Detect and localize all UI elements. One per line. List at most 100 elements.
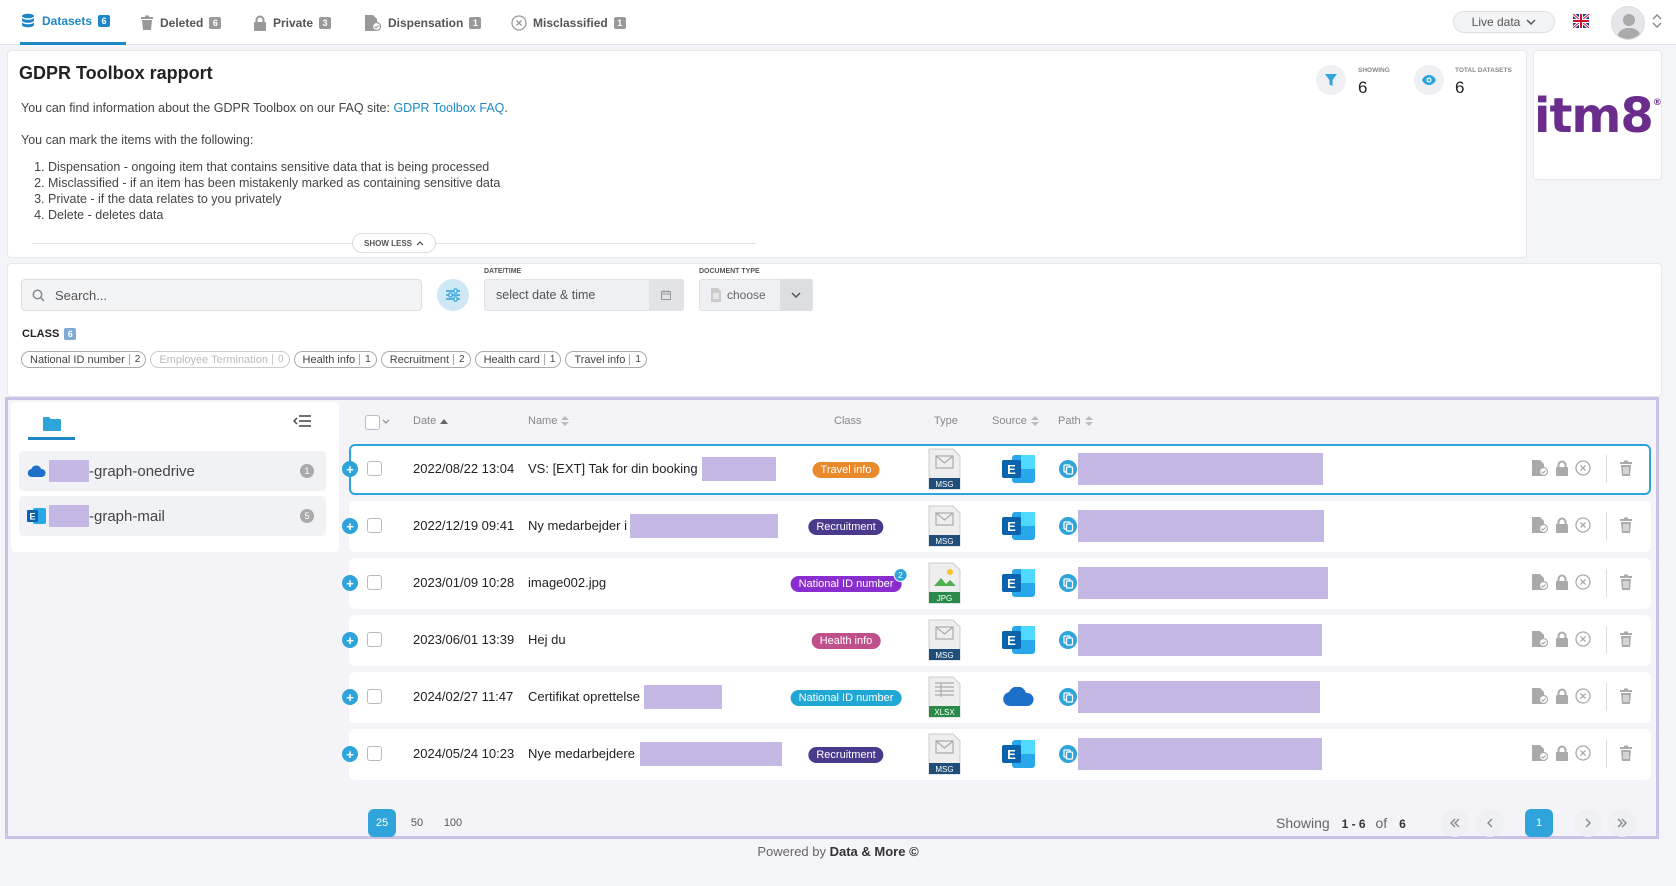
path-column-header[interactable]: Path: [1058, 415, 1093, 427]
expand-row-button[interactable]: +: [342, 518, 358, 534]
folder-tab[interactable]: [28, 409, 75, 440]
copy-path-icon[interactable]: [1058, 516, 1078, 536]
row-actions: [1531, 460, 1591, 476]
source-count: 5: [300, 509, 314, 523]
class-chip[interactable]: Travel info 1: [565, 351, 647, 368]
source-item-mail[interactable]: E -graph-mail 5: [19, 496, 326, 536]
delete-icon[interactable]: [1619, 745, 1633, 762]
row-name[interactable]: Certifikat oprettelse: [528, 689, 640, 704]
row-name[interactable]: Ny medarbejder i: [528, 518, 627, 533]
name-column-header[interactable]: Name: [528, 415, 570, 427]
document-type-label: DOCUMENT TYPE: [699, 268, 760, 275]
lock-icon[interactable]: [1555, 631, 1569, 647]
collapse-sidebar-icon[interactable]: [293, 414, 311, 428]
row-name[interactable]: image002.jpg: [528, 575, 606, 590]
row-checkbox[interactable]: [367, 689, 382, 704]
lock-icon[interactable]: [1555, 574, 1569, 590]
chevron-updown-icon[interactable]: [1651, 14, 1663, 28]
copy-path-icon[interactable]: [1058, 630, 1078, 650]
advanced-filter-button[interactable]: [437, 279, 469, 311]
row-checkbox[interactable]: [367, 746, 382, 761]
calendar-button[interactable]: [649, 279, 683, 311]
tab-count-badge: 6: [209, 16, 222, 29]
lock-icon[interactable]: [1555, 517, 1569, 533]
row-checkbox[interactable]: [367, 518, 382, 533]
last-page-button[interactable]: [1608, 809, 1636, 837]
page-size-100[interactable]: 100: [441, 816, 465, 830]
copy-path-icon[interactable]: [1058, 459, 1078, 479]
delete-icon[interactable]: [1619, 574, 1633, 591]
page-size-25[interactable]: 25: [368, 809, 396, 837]
class-chip[interactable]: Health card 1: [474, 351, 562, 368]
next-page-button[interactable]: [1574, 809, 1602, 837]
class-chip[interactable]: Health info 1: [293, 351, 377, 368]
source-item-onedrive[interactable]: -graph-onedrive 1: [19, 451, 326, 491]
misclassified-icon[interactable]: [1575, 631, 1591, 647]
copy-path-icon[interactable]: [1058, 573, 1078, 593]
select-all-checkbox[interactable]: [365, 415, 380, 430]
previous-page-button[interactable]: [1476, 809, 1504, 837]
type-dropdown-toggle[interactable]: [780, 279, 812, 311]
misclassified-icon[interactable]: [1575, 688, 1591, 704]
avatar[interactable]: [1611, 6, 1645, 40]
page-1-button[interactable]: 1: [1525, 809, 1553, 837]
copy-path-icon[interactable]: [1058, 744, 1078, 764]
tab-deleted[interactable]: Deleted 6: [140, 0, 222, 45]
date-filter-label: DATE/TIME: [484, 268, 522, 275]
misclassified-icon[interactable]: [1575, 517, 1591, 533]
delete-icon[interactable]: [1619, 517, 1633, 534]
expand-row-button[interactable]: +: [342, 689, 358, 705]
misclassified-icon[interactable]: [1575, 745, 1591, 761]
live-data-dropdown[interactable]: Live data: [1453, 11, 1555, 33]
document-type-select[interactable]: choose: [699, 279, 813, 311]
delete-icon[interactable]: [1619, 460, 1633, 477]
faq-link[interactable]: GDPR Toolbox FAQ: [393, 101, 504, 115]
date-column-header[interactable]: Date: [413, 415, 449, 427]
dispensation-icon[interactable]: [1531, 745, 1549, 761]
page-size-50[interactable]: 50: [407, 816, 427, 830]
expand-row-button[interactable]: +: [342, 632, 358, 648]
show-less-button[interactable]: SHOW LESS: [352, 233, 436, 253]
total-datasets-value: 6: [1455, 78, 1465, 97]
row-checkbox[interactable]: [367, 461, 382, 476]
row-checkbox[interactable]: [367, 575, 382, 590]
dispensation-icon[interactable]: [1531, 517, 1549, 533]
divider: [1606, 455, 1607, 483]
tab-datasets[interactable]: Datasets 6: [20, 0, 126, 45]
x-circle-icon: [511, 14, 527, 31]
copy-path-icon[interactable]: [1058, 687, 1078, 707]
expand-row-button[interactable]: +: [342, 461, 358, 477]
tab-misclassified[interactable]: Misclassified 1: [511, 0, 626, 45]
expand-row-button[interactable]: +: [342, 575, 358, 591]
delete-icon[interactable]: [1619, 688, 1633, 705]
tab-private[interactable]: Private 3: [253, 0, 332, 45]
expand-row-button[interactable]: +: [342, 746, 358, 762]
dispensation-icon[interactable]: [1531, 460, 1549, 476]
redacted-path: [1078, 624, 1322, 656]
chevron-down-icon[interactable]: [382, 419, 390, 425]
dispensation-icon[interactable]: [1531, 688, 1549, 704]
row-checkbox[interactable]: [367, 632, 382, 647]
type-placeholder: choose: [727, 288, 766, 302]
misclassified-icon[interactable]: [1575, 574, 1591, 590]
lock-icon[interactable]: [1555, 688, 1569, 704]
misclassified-icon[interactable]: [1575, 460, 1591, 476]
uk-flag-icon[interactable]: [1573, 14, 1589, 28]
redacted-block: [640, 742, 782, 766]
row-name[interactable]: Hej du: [528, 632, 566, 647]
lock-icon[interactable]: [1555, 745, 1569, 761]
lock-icon[interactable]: [1555, 460, 1569, 476]
first-page-button[interactable]: [1441, 809, 1469, 837]
dispensation-icon[interactable]: [1531, 631, 1549, 647]
tab-dispensation[interactable]: Dispensation 1: [364, 0, 482, 45]
dispensation-icon[interactable]: [1531, 574, 1549, 590]
row-name[interactable]: Nye medarbejdere: [528, 746, 635, 761]
row-name[interactable]: VS: [EXT] Tak for din booking: [528, 461, 698, 476]
tab-count-badge: 1: [613, 16, 626, 29]
date-time-picker[interactable]: select date & time: [484, 279, 684, 311]
delete-icon[interactable]: [1619, 631, 1633, 648]
class-chip[interactable]: Recruitment 2: [380, 351, 471, 368]
search-input[interactable]: [55, 287, 395, 303]
class-chip[interactable]: National ID number 2: [21, 351, 147, 368]
source-column-header[interactable]: Source: [992, 415, 1039, 427]
